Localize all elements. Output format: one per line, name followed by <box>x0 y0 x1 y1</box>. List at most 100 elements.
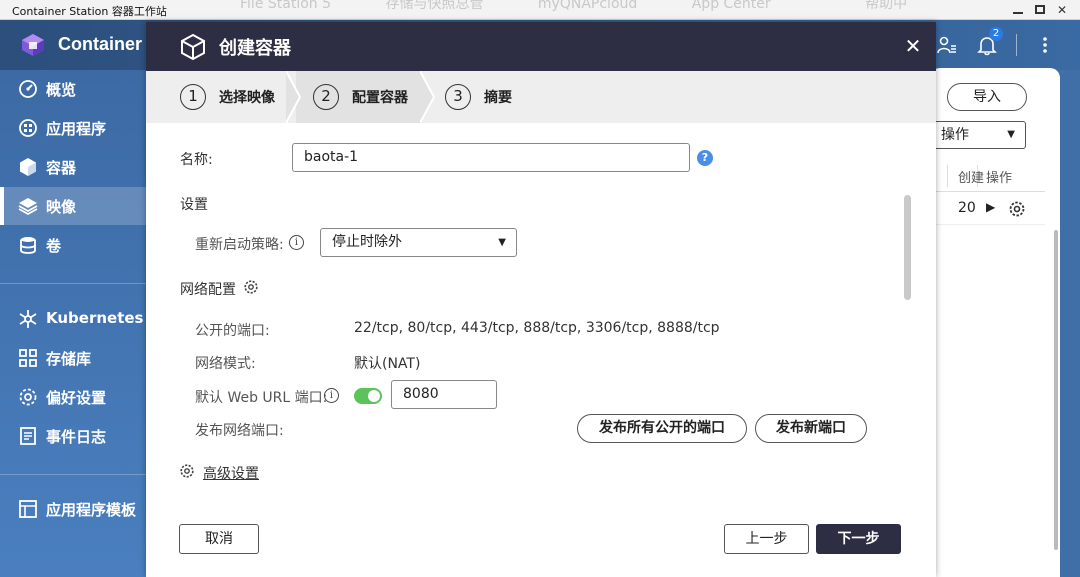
bg-tab[interactable]: 帮助中 <box>865 0 907 12</box>
dialog-title: 创建容器 <box>219 38 291 59</box>
sidebar-item-label: 应用程序模板 <box>46 501 137 519</box>
step-number: 3 <box>445 84 471 110</box>
sidebar-item-label: 概览 <box>46 81 77 99</box>
dialog-header: 创建容器 ✕ <box>146 22 936 71</box>
action-select[interactable]: 操作 ▼ <box>930 121 1026 149</box>
sidebar-item-label: 存储库 <box>46 350 92 368</box>
sidebar-item-registry[interactable]: 存储库 <box>0 339 146 377</box>
close-icon[interactable]: ✕ <box>903 34 923 58</box>
window-title: Container Station 容器工作站 <box>12 5 167 18</box>
sidebar-divider <box>0 283 146 284</box>
bg-tab[interactable]: App Center <box>692 0 771 12</box>
cancel-button[interactable]: 取消 <box>179 524 259 554</box>
sidebar-item-preferences[interactable]: 偏好设置 <box>0 378 146 416</box>
kubernetes-icon <box>19 310 37 328</box>
watermark: 值 什么值得买 <box>945 543 1040 561</box>
create-container-dialog: 创建容器 ✕ 1 选择映像 2 配置容器 3 摘要 名称: baota-1 ? … <box>146 22 936 577</box>
layers-icon <box>18 198 38 216</box>
step-label: 摘要 <box>484 90 512 106</box>
maximize-icon[interactable] <box>1032 2 1048 18</box>
sidebar-item-overview[interactable]: 概览 <box>0 70 146 108</box>
step-separator-icon <box>420 71 436 123</box>
publish-new-port-button[interactable]: 发布新端口 <box>755 414 867 443</box>
web-url-port-label: 默认 Web URL 端口: <box>195 390 328 406</box>
container-icon <box>20 158 36 176</box>
sidebar-divider <box>0 474 146 475</box>
advanced-settings-link[interactable]: 高级设置 <box>203 463 259 483</box>
dashboard-icon <box>19 80 37 98</box>
sidebar-item-apps[interactable]: 应用程序 <box>0 109 146 147</box>
gear-icon[interactable] <box>243 279 259 295</box>
template-icon <box>19 500 37 518</box>
grid-icon <box>19 349 37 367</box>
container-station-logo-icon <box>22 34 44 56</box>
bg-tab[interactable]: File Station 5 <box>240 0 331 12</box>
name-label: 名称: <box>180 152 213 168</box>
public-ports-value: 22/tcp, 80/tcp, 443/tcp, 888/tcp, 3306/t… <box>354 320 720 336</box>
step-number: 1 <box>180 84 206 110</box>
table-row-divider <box>930 224 1045 225</box>
next-button[interactable]: 下一步 <box>816 524 901 554</box>
background-tabs: File Station 5 存储与快照总管 myQNAPcloud App C… <box>240 0 957 13</box>
notification-badge: 2 <box>989 27 1003 41</box>
publish-ports-label: 发布网络端口: <box>195 423 284 439</box>
restart-policy-select[interactable]: 停止时除外 ▼ <box>320 228 517 257</box>
sidebar-item-label: 映像 <box>46 198 77 216</box>
name-input[interactable]: baota-1 <box>292 143 690 172</box>
bg-tab[interactable]: myQNAPcloud <box>538 0 637 12</box>
column-header-created[interactable]: 创建 <box>958 167 984 186</box>
cube-icon <box>181 33 205 61</box>
step-label: 选择映像 <box>219 90 275 106</box>
wizard-steps: 1 选择映像 2 配置容器 3 摘要 <box>146 71 936 123</box>
log-icon <box>20 427 36 445</box>
sidebar-item-containers[interactable]: 容器 <box>0 148 146 186</box>
step-separator-icon <box>286 71 302 123</box>
sidebar-item-label: 容器 <box>46 159 77 177</box>
column-divider <box>947 165 948 187</box>
caret-down-icon: ▼ <box>498 237 506 248</box>
import-button[interactable]: 导入 <box>947 83 1027 111</box>
sidebar-item-app-templates[interactable]: 应用程序模板 <box>0 490 146 528</box>
web-url-port-input[interactable]: 8080 <box>391 380 497 409</box>
restart-policy-value: 停止时除外 <box>332 234 402 250</box>
restart-policy-label: 重新启动策略: <box>195 237 284 253</box>
network-heading: 网络配置 <box>180 282 236 298</box>
sidebar-item-volumes[interactable]: 卷 <box>0 226 146 264</box>
previous-button[interactable]: 上一步 <box>724 524 809 554</box>
sidebar-item-kubernetes[interactable]: Kubernetes <box>0 300 146 338</box>
info-icon[interactable]: i <box>324 388 339 403</box>
settings-icon <box>19 388 37 406</box>
sidebar-item-images[interactable]: 映像 <box>0 187 146 225</box>
close-window-icon[interactable]: ✕ <box>1054 2 1070 18</box>
app-name: Container <box>58 34 143 54</box>
public-ports-label: 公开的端口: <box>195 323 270 339</box>
sidebar-item-event-log[interactable]: 事件日志 <box>0 417 146 455</box>
play-icon[interactable]: ▶ <box>986 200 995 214</box>
info-icon[interactable]: i <box>289 235 304 250</box>
user-activity-icon[interactable] <box>936 34 958 56</box>
table-cell-created: 20 <box>958 200 976 216</box>
sidebar-item-label: 卷 <box>46 237 62 255</box>
table-header-divider <box>930 191 1045 192</box>
caret-down-icon: ▼ <box>1007 129 1015 140</box>
publish-all-ports-button[interactable]: 发布所有公开的端口 <box>577 414 747 443</box>
header-divider <box>1016 34 1017 56</box>
sidebar-item-label: 偏好设置 <box>46 389 107 407</box>
window-titlebar: Container Station 容器工作站 File Station 5 存… <box>0 0 1080 20</box>
help-icon[interactable]: ? <box>697 150 713 166</box>
scrollbar[interactable] <box>904 195 911 300</box>
scrollbar[interactable] <box>1054 230 1058 550</box>
minimize-icon[interactable] <box>1010 2 1026 18</box>
database-icon <box>20 237 36 254</box>
more-options-icon[interactable] <box>1034 34 1056 56</box>
network-mode-value: 默认(NAT) <box>354 356 421 372</box>
web-url-toggle[interactable] <box>354 388 382 404</box>
network-mode-label: 网络模式: <box>195 356 256 372</box>
gear-icon[interactable] <box>1008 200 1026 218</box>
apps-icon <box>19 119 37 137</box>
sidebar-item-label: Kubernetes <box>46 309 144 327</box>
step-number: 2 <box>313 84 339 110</box>
sidebar-item-label: 事件日志 <box>46 428 107 446</box>
settings-heading: 设置 <box>180 197 208 213</box>
bg-tab[interactable]: 存储与快照总管 <box>385 0 483 12</box>
